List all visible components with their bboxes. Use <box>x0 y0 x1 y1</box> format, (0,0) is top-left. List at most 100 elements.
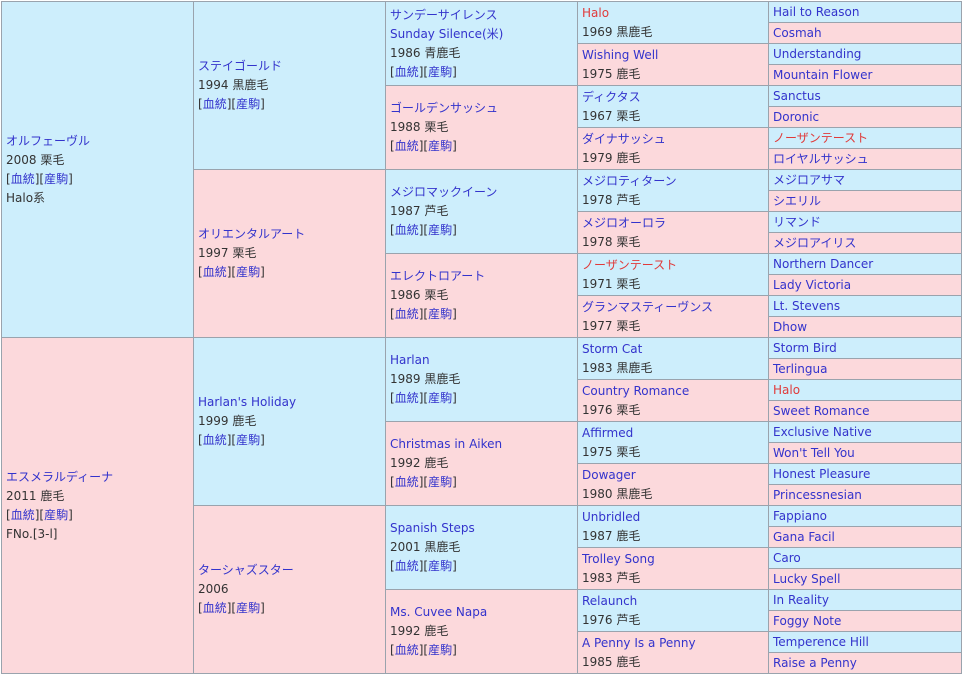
horse-name-link[interactable]: Trolley Song <box>582 550 764 569</box>
offspring-link[interactable]: 産駒 <box>44 172 68 186</box>
horse-name-link[interactable]: Harlan <box>390 351 573 370</box>
horse-cell-gen4: メジロオーロラ 1978 栗毛 <box>577 211 769 254</box>
horse-name-link[interactable]: Country Romance <box>582 382 764 401</box>
horse-name-link[interactable]: Affirmed <box>582 424 764 443</box>
horse-name-link[interactable]: ディクタス <box>582 88 764 107</box>
pedigree-link[interactable]: 血統 <box>203 97 227 111</box>
horse-name-link[interactable]: Dhow <box>773 318 957 337</box>
offspring-link[interactable]: 産駒 <box>428 559 452 573</box>
pedigree-link[interactable]: 血統 <box>203 601 227 615</box>
horse-name-link[interactable]: Harlan's Holiday <box>198 393 381 412</box>
horse-name-link[interactable]: メジロアイリス <box>773 234 957 253</box>
pedigree-link[interactable]: 血統 <box>395 643 419 657</box>
horse-name-link[interactable]: サンデーサイレンス <box>390 6 573 25</box>
horse-cell-gen1: エスメラルディーナ 2011 鹿毛 [血統][産駒] FNo.[3-l] <box>1 337 194 674</box>
horse-name-link[interactable]: Caro <box>773 549 957 568</box>
horse-cell-gen5: Princessnesian <box>768 484 962 506</box>
horse-name-link[interactable]: Lt. Stevens <box>773 297 957 316</box>
offspring-link[interactable]: 産駒 <box>236 97 260 111</box>
horse-name-link[interactable]: Terlingua <box>773 360 957 379</box>
pedigree-link[interactable]: 血統 <box>395 223 419 237</box>
horse-name-link[interactable]: シエリル <box>773 192 957 211</box>
horse-name-link[interactable]: Princessnesian <box>773 486 957 505</box>
horse-name-link[interactable]: Raise a Penny <box>773 654 957 673</box>
coat-color: 黒鹿毛 <box>616 24 653 39</box>
horse-name-link[interactable]: Christmas in Aiken <box>390 435 573 454</box>
horse-cell-gen4: メジロティターン 1978 芦毛 <box>577 169 769 212</box>
horse-name-link[interactable]: Foggy Note <box>773 612 957 631</box>
horse-name-link[interactable]: Doronic <box>773 108 957 127</box>
horse-name-link[interactable]: ノーザンテースト <box>773 129 957 148</box>
horse-name-link[interactable]: ダイナサッシュ <box>582 130 764 149</box>
offspring-link[interactable]: 産駒 <box>428 307 452 321</box>
horse-name-link[interactable]: メジロオーロラ <box>582 214 764 233</box>
offspring-link[interactable]: 産駒 <box>428 643 452 657</box>
pedigree-link[interactable]: 血統 <box>11 508 35 522</box>
horse-name-link[interactable]: Lucky Spell <box>773 570 957 589</box>
horse-name-link[interactable]: ノーザンテースト <box>582 256 764 275</box>
offspring-link[interactable]: 産駒 <box>428 223 452 237</box>
offspring-link[interactable]: 産駒 <box>428 65 452 79</box>
offspring-link[interactable]: 産駒 <box>428 475 452 489</box>
horse-name-link[interactable]: Mountain Flower <box>773 66 957 85</box>
horse-name-link[interactable]: Gana Facil <box>773 528 957 547</box>
horse-name-link[interactable]: Won't Tell You <box>773 444 957 463</box>
horse-name-link[interactable]: Lady Victoria <box>773 276 957 295</box>
horse-name-link[interactable]: Wishing Well <box>582 46 764 65</box>
horse-name-link[interactable]: Understanding <box>773 45 957 64</box>
horse-name-link[interactable]: メジロティターン <box>582 172 764 191</box>
horse-birth-info: 2006 <box>198 580 381 599</box>
pedigree-link[interactable]: 血統 <box>203 433 227 447</box>
horse-name-link[interactable]: Fappiano <box>773 507 957 526</box>
offspring-link[interactable]: 産駒 <box>236 601 260 615</box>
birth-year: 2006 <box>198 582 229 596</box>
offspring-link[interactable]: 産駒 <box>44 508 68 522</box>
offspring-link[interactable]: 産駒 <box>236 265 260 279</box>
horse-name-link[interactable]: メジロアサマ <box>773 171 957 190</box>
horse-name-link[interactable]: エレクトロアート <box>390 267 573 286</box>
pedigree-link[interactable]: 血統 <box>395 65 419 79</box>
horse-name-link[interactable]: In Reality <box>773 591 957 610</box>
pedigree-link[interactable]: 血統 <box>395 475 419 489</box>
horse-name-link[interactable]: Dowager <box>582 466 764 485</box>
horse-name-link[interactable]: エスメラルディーナ <box>6 468 189 487</box>
horse-name-link[interactable]: Temperence Hill <box>773 633 957 652</box>
horse-name-link[interactable]: オリエンタルアート <box>198 225 381 244</box>
horse-name-link[interactable]: Unbridled <box>582 508 764 527</box>
pedigree-link[interactable]: 血統 <box>395 307 419 321</box>
horse-name-link[interactable]: A Penny Is a Penny <box>582 634 764 653</box>
horse-name-link[interactable]: Sanctus <box>773 87 957 106</box>
offspring-link[interactable]: 産駒 <box>236 433 260 447</box>
horse-name-link[interactable]: Honest Pleasure <box>773 465 957 484</box>
horse-name-link[interactable]: Cosmah <box>773 24 957 43</box>
offspring-link[interactable]: 産駒 <box>428 139 452 153</box>
horse-name-link[interactable]: ゴールデンサッシュ <box>390 99 573 118</box>
horse-name-link[interactable]: Relaunch <box>582 592 764 611</box>
horse-cell-gen5: メジロアサマ <box>768 169 962 191</box>
horse-name-link[interactable]: Sweet Romance <box>773 402 957 421</box>
pedigree-link[interactable]: 血統 <box>395 139 419 153</box>
horse-name-link[interactable]: Storm Bird <box>773 339 957 358</box>
pedigree-link[interactable]: 血統 <box>395 559 419 573</box>
horse-name-link[interactable]: Hail to Reason <box>773 3 957 22</box>
pedigree-link[interactable]: 血統 <box>203 265 227 279</box>
horse-name-link[interactable]: オルフェーヴル <box>6 132 189 151</box>
horse-alt-name[interactable]: Sunday Silence(米) <box>390 25 573 44</box>
horse-name-link[interactable]: Halo <box>773 381 957 400</box>
horse-name-link[interactable]: ステイゴールド <box>198 57 381 76</box>
horse-name-link[interactable]: グランマスティーヴンス <box>582 298 764 317</box>
pedigree-link[interactable]: 血統 <box>11 172 35 186</box>
horse-name-link[interactable]: ターシャズスター <box>198 561 381 580</box>
horse-name-link[interactable]: Storm Cat <box>582 340 764 359</box>
horse-name-link[interactable]: Ms. Cuvee Napa <box>390 603 573 622</box>
horse-name-link[interactable]: ロイヤルサッシュ <box>773 150 957 169</box>
horse-name-link[interactable]: Northern Dancer <box>773 255 957 274</box>
horse-name-link[interactable]: メジロマックイーン <box>390 183 573 202</box>
pedigree-link[interactable]: 血統 <box>395 391 419 405</box>
horse-name-link[interactable]: Exclusive Native <box>773 423 957 442</box>
horse-name-link[interactable]: Spanish Steps <box>390 519 573 538</box>
horse-name-link[interactable]: Halo <box>582 4 764 23</box>
offspring-link[interactable]: 産駒 <box>428 391 452 405</box>
horse-birth-info: 1994 黒鹿毛 <box>198 76 381 95</box>
horse-name-link[interactable]: リマンド <box>773 213 957 232</box>
